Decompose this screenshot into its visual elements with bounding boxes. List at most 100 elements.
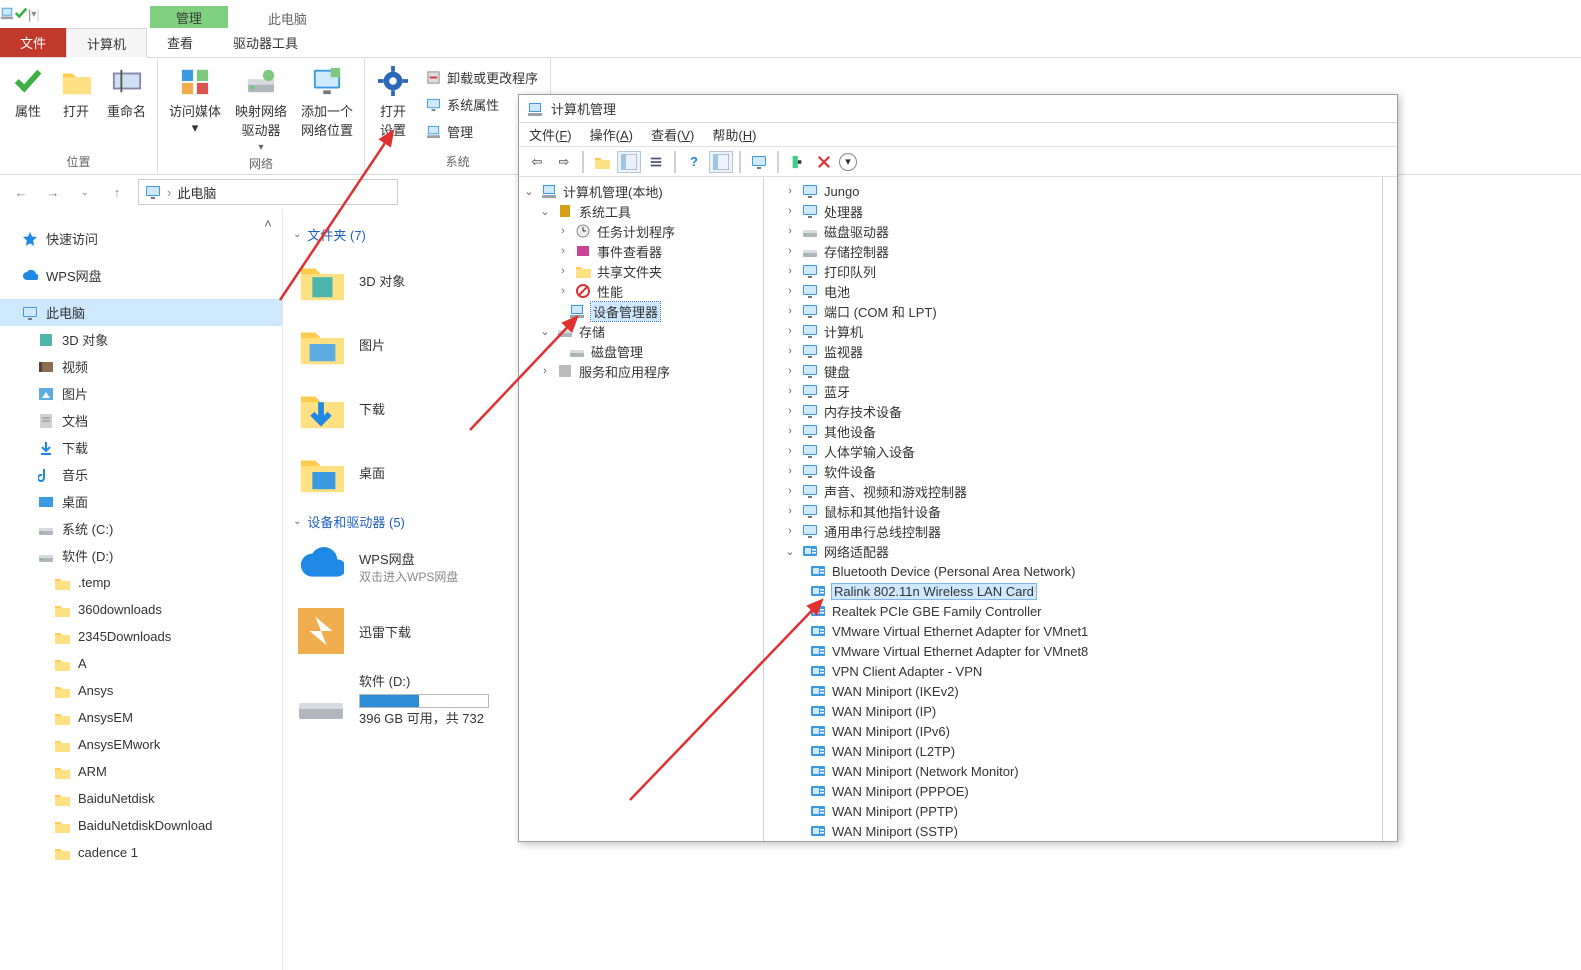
expand-icon[interactable]: › bbox=[784, 525, 796, 537]
expand-icon[interactable]: › bbox=[557, 245, 569, 257]
network-adapter-item[interactable]: WAN Miniport (IP) bbox=[768, 701, 1378, 721]
device-category[interactable]: ›软件设备 bbox=[768, 461, 1378, 481]
btn-open[interactable]: 打开 bbox=[56, 62, 96, 122]
network-adapter-item[interactable]: Bluetooth Device (Personal Area Network) bbox=[768, 561, 1378, 581]
expand-icon[interactable]: › bbox=[784, 285, 796, 297]
tab-drive-tools[interactable]: 驱动器工具 bbox=[213, 28, 318, 57]
sidebar-item[interactable]: 3D 对象 bbox=[0, 326, 282, 353]
network-adapter-item[interactable]: Realtek PCIe GBE Family Controller bbox=[768, 601, 1378, 621]
tab-file[interactable]: 文件 bbox=[0, 28, 66, 57]
tile-downloads[interactable]: 下载 bbox=[297, 384, 467, 432]
expand-icon[interactable]: › bbox=[557, 285, 569, 297]
btn-map-network-drive[interactable]: 映射网络 驱动器▾ bbox=[232, 62, 290, 155]
collapse-icon[interactable]: ⌄ bbox=[523, 185, 535, 198]
tb-up-icon[interactable] bbox=[590, 151, 614, 173]
expand-icon[interactable]: › bbox=[784, 405, 796, 417]
tb-help-icon[interactable]: ? bbox=[682, 151, 706, 173]
cm-menu-file[interactable]: 文件(F) bbox=[529, 125, 572, 144]
tree-device-manager[interactable]: 设备管理器 bbox=[521, 301, 761, 321]
sidebar-item[interactable]: 图片 bbox=[0, 380, 282, 407]
sidebar-item[interactable]: AnsysEMwork bbox=[0, 731, 282, 758]
device-category[interactable]: ›监视器 bbox=[768, 341, 1378, 361]
sidebar-item[interactable]: cadence 1 bbox=[0, 839, 282, 866]
nav-up[interactable]: ↑ bbox=[106, 181, 128, 203]
sidebar-item[interactable]: 系统 (C:) bbox=[0, 515, 282, 542]
device-category[interactable]: ›磁盘驱动器 bbox=[768, 221, 1378, 241]
tile-3d-objects[interactable]: 3D 对象 bbox=[297, 256, 467, 304]
sidebar-item[interactable]: 音乐 bbox=[0, 461, 282, 488]
cm-tree-right[interactable]: ›Jungo›处理器›磁盘驱动器›存储控制器›打印队列›电池›端口 (COM 和… bbox=[764, 177, 1383, 841]
nav-forward[interactable]: → bbox=[42, 181, 64, 203]
contextual-tab[interactable]: 管理 bbox=[150, 6, 228, 28]
expand-icon[interactable]: › bbox=[784, 205, 796, 217]
tb-panel-icon[interactable] bbox=[617, 151, 641, 173]
network-adapter-item[interactable]: WAN Miniport (PPPOE) bbox=[768, 781, 1378, 801]
expand-icon[interactable]: › bbox=[784, 425, 796, 437]
breadcrumb-this-pc[interactable]: 此电脑 bbox=[177, 183, 216, 202]
expand-icon[interactable]: › bbox=[557, 265, 569, 277]
nav-back[interactable]: ← bbox=[10, 181, 32, 203]
btn-access-media[interactable]: 访问媒体▾ bbox=[166, 62, 224, 138]
device-category[interactable]: ›Jungo bbox=[768, 181, 1378, 201]
sidebar-item[interactable]: Ansys bbox=[0, 677, 282, 704]
sidebar-item[interactable]: 视频 bbox=[0, 353, 282, 380]
tb-refresh-icon[interactable]: ▾ bbox=[839, 153, 857, 171]
tb-monitor-icon[interactable] bbox=[747, 151, 771, 173]
expand-icon[interactable]: › bbox=[784, 305, 796, 317]
tab-computer[interactable]: 计算机 bbox=[66, 28, 147, 58]
network-adapter-item[interactable]: Ralink 802.11n Wireless LAN Card bbox=[768, 581, 1378, 601]
qat-check-icon[interactable] bbox=[14, 6, 28, 23]
device-category[interactable]: ›处理器 bbox=[768, 201, 1378, 221]
nav-recent-dropdown[interactable]: ⌄ bbox=[74, 181, 96, 203]
device-category[interactable]: ›蓝牙 bbox=[768, 381, 1378, 401]
network-adapter-item[interactable]: VPN Client Adapter - VPN bbox=[768, 661, 1378, 681]
sidebar-item[interactable]: .temp bbox=[0, 569, 282, 596]
tb-back-icon[interactable]: ⇦ bbox=[525, 151, 549, 173]
sidebar-item[interactable]: BaiduNetdiskDownload bbox=[0, 812, 282, 839]
sidebar-wps[interactable]: WPS网盘 bbox=[0, 262, 282, 289]
device-category[interactable]: ›键盘 bbox=[768, 361, 1378, 381]
breadcrumb[interactable]: › 此电脑 bbox=[138, 179, 398, 205]
expand-icon[interactable]: › bbox=[784, 245, 796, 257]
device-category[interactable]: ›通用串行总线控制器 bbox=[768, 521, 1378, 541]
cm-menu-view[interactable]: 查看(V) bbox=[651, 125, 694, 144]
cm-titlebar[interactable]: 计算机管理 bbox=[519, 95, 1397, 123]
network-adapter-item[interactable]: WAN Miniport (Network Monitor) bbox=[768, 761, 1378, 781]
expand-icon[interactable]: › bbox=[784, 365, 796, 377]
cm-tree-left[interactable]: ⌄计算机管理(本地) ⌄系统工具 ›任务计划程序 ›事件查看器 ›共享文件夹 ›… bbox=[519, 177, 764, 841]
expand-icon[interactable]: › bbox=[784, 465, 796, 477]
collapse-icon[interactable]: ⌄ bbox=[784, 545, 796, 558]
btn-properties[interactable]: 属性 bbox=[8, 62, 48, 122]
device-category[interactable]: ›端口 (COM 和 LPT) bbox=[768, 301, 1378, 321]
btn-add-network-location[interactable]: 添加一个 网络位置 bbox=[298, 62, 356, 141]
device-category[interactable]: ›人体学输入设备 bbox=[768, 441, 1378, 461]
btn-rename[interactable]: 重命名 bbox=[104, 62, 149, 122]
sidebar-drive-d[interactable]: 软件 (D:) bbox=[0, 542, 282, 569]
sidebar-item[interactable]: ARM bbox=[0, 758, 282, 785]
tile-desktop[interactable]: 桌面 bbox=[297, 448, 467, 496]
expand-icon[interactable]: › bbox=[784, 345, 796, 357]
network-adapter-item[interactable]: WAN Miniport (IPv6) bbox=[768, 721, 1378, 741]
tb-list-icon[interactable] bbox=[644, 151, 668, 173]
sidebar-quick-access[interactable]: 快速访问 bbox=[0, 225, 282, 252]
tile-xunlei[interactable]: 迅雷下载 bbox=[297, 607, 467, 655]
device-category[interactable]: ›打印队列 bbox=[768, 261, 1378, 281]
expand-icon[interactable]: › bbox=[784, 505, 796, 517]
sidebar-item[interactable]: BaiduNetdisk bbox=[0, 785, 282, 812]
expand-icon[interactable]: › bbox=[557, 225, 569, 237]
tab-view[interactable]: 查看 bbox=[147, 28, 213, 57]
tb-forward-icon[interactable]: ⇨ bbox=[552, 151, 576, 173]
expand-icon[interactable]: › bbox=[784, 185, 796, 197]
network-adapter-item[interactable]: WAN Miniport (PPTP) bbox=[768, 801, 1378, 821]
device-category[interactable]: ›内存技术设备 bbox=[768, 401, 1378, 421]
expand-icon[interactable]: › bbox=[784, 225, 796, 237]
expand-icon[interactable]: › bbox=[784, 325, 796, 337]
expand-icon[interactable]: › bbox=[539, 365, 551, 377]
expand-icon[interactable]: › bbox=[784, 385, 796, 397]
collapse-icon[interactable]: ⌄ bbox=[539, 205, 551, 218]
cm-menu-help[interactable]: 帮助(H) bbox=[712, 125, 756, 144]
device-category[interactable]: ›鼠标和其他指针设备 bbox=[768, 501, 1378, 521]
sidebar-item[interactable]: 下载 bbox=[0, 434, 282, 461]
sidebar-item[interactable]: A bbox=[0, 650, 282, 677]
sidebar-item[interactable]: 桌面 bbox=[0, 488, 282, 515]
